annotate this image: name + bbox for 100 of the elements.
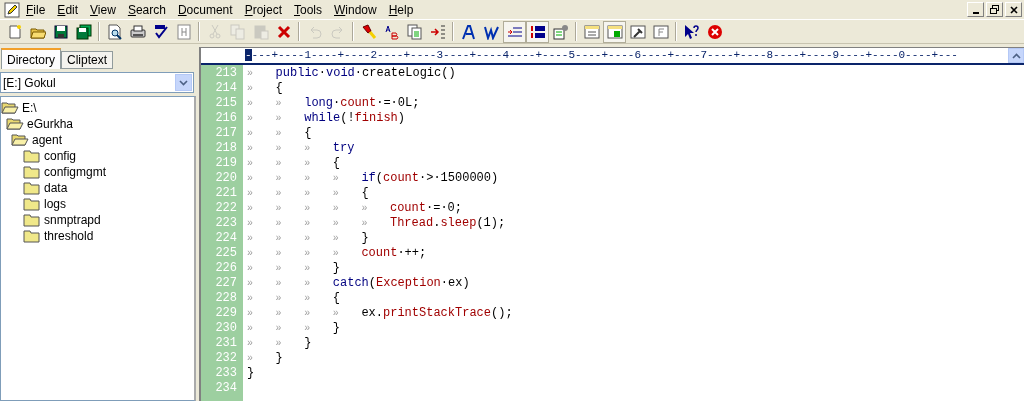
drive-label: [E:] Gokul	[2, 75, 57, 90]
line-number: 226	[214, 261, 238, 276]
line-number: 234	[214, 381, 238, 396]
f-window-icon	[652, 23, 669, 40]
line-number: 230	[214, 321, 238, 336]
open-folder-icon	[1, 101, 19, 115]
code-line: » » » }	[247, 321, 340, 336]
folder-label[interactable]: threshold	[44, 229, 94, 243]
code-line: » » » » » Thread.sleep(1);	[247, 216, 506, 231]
restore-icon	[990, 5, 999, 14]
menu-item[interactable]: Project	[238, 2, 288, 17]
new-file-icon	[6, 23, 23, 40]
menu-item[interactable]: Help	[382, 2, 420, 17]
code-line: » » long·count·=·0L;	[247, 96, 420, 111]
folder-icon	[23, 149, 41, 163]
line-number: 218	[214, 141, 238, 156]
open-folder-icon	[6, 117, 24, 131]
menu-item[interactable]: Search	[121, 2, 172, 17]
line-number: 225	[214, 246, 238, 261]
code-line: » » » » count·++;	[247, 246, 427, 261]
code-line: » » » try	[247, 141, 355, 156]
menu-item[interactable]: Tools	[288, 2, 328, 17]
line-number: 221	[214, 186, 238, 201]
flashlight-icon	[360, 23, 377, 40]
line-number: 214	[214, 81, 238, 96]
line-number: 223	[214, 216, 238, 231]
close-button[interactable]	[1005, 2, 1022, 17]
line-number: 233	[214, 366, 238, 381]
folder-icon	[23, 197, 41, 211]
font-icon	[460, 23, 477, 40]
code-line: » » » » }	[247, 231, 369, 246]
folder-icon	[23, 229, 41, 243]
restore-button[interactable]	[986, 2, 1003, 17]
line-number: 216	[214, 111, 238, 126]
folder-icon	[23, 213, 41, 227]
folder-label[interactable]: logs	[44, 197, 66, 211]
code-line: » » » » if(count·>·1500000)	[247, 171, 499, 186]
line-numbers-icon	[529, 23, 546, 40]
code-line: » » » {	[247, 291, 340, 306]
panel-tab[interactable]: Cliptext	[61, 51, 114, 69]
line-number: 219	[214, 156, 238, 171]
panel-window-icon	[606, 23, 623, 40]
help-pointer-icon	[683, 23, 700, 40]
menu-item[interactable]: Edit	[51, 2, 85, 17]
floppy-disks-icon	[75, 23, 92, 40]
print-preview-icon	[106, 23, 123, 40]
line-number: 228	[214, 291, 238, 306]
indent-icon	[429, 23, 446, 40]
delete-x-icon	[275, 23, 292, 40]
code-line: » » » }	[247, 261, 340, 276]
menu-item[interactable]: View	[84, 2, 122, 17]
menu-item[interactable]: Document	[171, 2, 239, 17]
drive-dropdown[interactable]: [E:] Gokul	[0, 72, 194, 93]
document-icon	[175, 23, 192, 40]
code-line: » » }	[247, 336, 312, 351]
folder-label[interactable]: config	[44, 149, 77, 163]
folder-label[interactable]: eGurkha	[27, 117, 74, 131]
hammer-window-icon	[629, 23, 646, 40]
code-line: » {	[247, 81, 283, 96]
line-number: 217	[214, 126, 238, 141]
minimize-button[interactable]	[967, 2, 984, 17]
close-icon	[1009, 5, 1018, 14]
clipboard-icon	[252, 23, 269, 40]
menu-item[interactable]: File	[20, 2, 52, 17]
code-line: » }	[247, 351, 283, 366]
minimize-icon	[972, 12, 979, 14]
folder-label[interactable]: configmgmt	[44, 165, 107, 179]
code-line: » » while(!finish)	[247, 111, 406, 126]
pages-icon	[406, 23, 423, 40]
chevron-up-icon	[1011, 52, 1021, 59]
line-number: 227	[214, 276, 238, 291]
folder-label[interactable]: snmptrapd	[44, 213, 101, 227]
code-line: » » » catch(Exception·ex)	[247, 276, 470, 291]
folder-label[interactable]: agent	[32, 133, 63, 147]
folder-label[interactable]: E:\	[22, 101, 37, 115]
replace-icon	[383, 23, 400, 40]
column-ruler: ----+----1----+----2----+----3----+----4----+----5----+----6----+----7----+----8----+----9----+----0----+---	[245, 48, 959, 63]
dropdown-button[interactable]	[175, 74, 192, 91]
line-number: 231	[214, 336, 238, 351]
line-number: 229	[214, 306, 238, 321]
panel-tab[interactable]: Directory	[1, 48, 61, 69]
code-line: » » » » {	[247, 186, 369, 201]
scroll-up-button[interactable]	[1008, 48, 1024, 63]
toolbar-button[interactable]	[526, 20, 549, 43]
folder-label[interactable]: data	[44, 181, 68, 195]
open-folder-icon	[11, 133, 29, 147]
spell-check-icon	[152, 23, 169, 40]
line-number: 215	[214, 96, 238, 111]
menu-item[interactable]: Window	[328, 2, 383, 17]
line-number: 232	[214, 351, 238, 366]
code-line: » » » » ex.printStackTrace();	[247, 306, 513, 321]
code-line: » » » {	[247, 156, 340, 171]
code-line: » » {	[247, 126, 312, 141]
close-icon	[706, 23, 723, 40]
code-line: }	[247, 366, 255, 381]
line-number: 220	[214, 171, 238, 186]
copy-icon	[229, 23, 246, 40]
folder-icon	[23, 165, 41, 179]
list-window-icon	[583, 23, 600, 40]
line-number: 213	[214, 66, 238, 81]
